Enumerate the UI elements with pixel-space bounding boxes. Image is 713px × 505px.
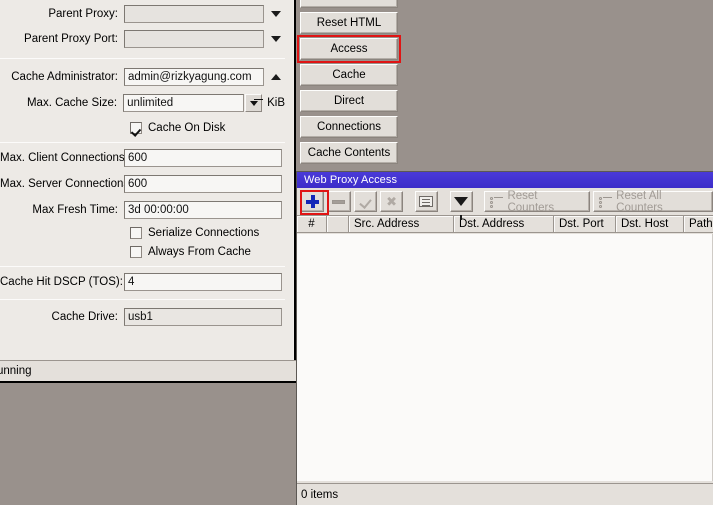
- field-row-max-server-connections: Max. Server Connections: 600: [0, 174, 285, 194]
- web-proxy-access-status-bar: 0 items: [297, 483, 713, 505]
- column-header-src-address[interactable]: Src. Address: [349, 216, 454, 233]
- minus-icon: [332, 199, 346, 204]
- chevron-down-icon-parent-proxy-port[interactable]: [268, 30, 284, 48]
- web-proxy-access-title-bar[interactable]: Web Proxy Access: [297, 172, 713, 188]
- label-serialize-connections: Serialize Connections: [148, 227, 260, 239]
- web-proxy-access-title-text: Web Proxy Access: [304, 174, 398, 186]
- cross-icon: ✖: [386, 194, 397, 209]
- label-max-client-connections: Max. Client Connections:: [0, 151, 128, 164]
- input-cache-administrator[interactable]: admin@rizkyagung.com: [124, 68, 264, 86]
- button-wrap-cache-contents: Cache Contents: [300, 142, 398, 164]
- comment-button[interactable]: [414, 191, 439, 212]
- label-parent-proxy: Parent Proxy:: [48, 7, 118, 20]
- cache-contents-button[interactable]: Cache Contents: [300, 142, 398, 164]
- button-wrap-cache: Cache: [300, 64, 398, 86]
- label-cache-drive: Cache Drive:: [51, 310, 118, 323]
- access-table-header: # Src. Address Dst. Address Dst. Port Ds…: [297, 215, 713, 233]
- label-cache-on-disk: Cache On Disk: [148, 122, 226, 134]
- label-parent-proxy-port: Parent Proxy Port:: [24, 32, 118, 45]
- divider-2: [0, 142, 285, 143]
- unit-max-cache-size: KiB: [267, 97, 286, 109]
- counters-list-icon: [490, 196, 504, 208]
- chevron-up-icon-cache-administrator[interactable]: [268, 68, 284, 86]
- button-wrap-access: Access: [297, 35, 401, 63]
- settings-status-bar: unning: [0, 360, 296, 382]
- plus-icon: [306, 195, 320, 208]
- checkbox-always-from-cache[interactable]: [130, 246, 142, 258]
- field-row-max-fresh-time: Max Fresh Time: 3d 00:00:00: [0, 200, 285, 220]
- screen: Parent Proxy: Parent Proxy Port: Cache A…: [0, 0, 713, 505]
- checkbox-row-serialize-connections[interactable]: Serialize Connections: [130, 224, 259, 242]
- web-proxy-access-toolbar: ✖ Reset Counters Reset All Counters: [297, 188, 713, 220]
- reset-counters-label: Reset Counters: [507, 189, 555, 214]
- reset-html-button[interactable]: Reset HTML: [300, 12, 398, 34]
- reset-counters-button[interactable]: Reset Counters: [484, 189, 591, 214]
- remove-button[interactable]: [327, 191, 351, 212]
- label-max-fresh-time: Max Fresh Time:: [32, 203, 118, 216]
- settings-button-column: Reset HTML Access Cache Direct Connectio…: [297, 0, 401, 168]
- label-cache-administrator: Cache Administrator:: [11, 70, 118, 83]
- column-header-flags[interactable]: [327, 216, 349, 233]
- web-proxy-access-window: Web Proxy Access ✖ Reset Counters Reset …: [296, 171, 713, 505]
- web-proxy-settings-window: Parent Proxy: Parent Proxy Port: Cache A…: [0, 0, 296, 383]
- input-max-fresh-time[interactable]: 3d 00:00:00: [124, 201, 282, 219]
- input-cache-hit-dscp[interactable]: 4: [124, 273, 282, 291]
- label-always-from-cache: Always From Cache: [148, 246, 251, 258]
- divider-3: [0, 266, 285, 267]
- label-max-server-connections: Max. Server Connections:: [0, 177, 133, 190]
- field-row-max-cache-size: Max. Cache Size: unlimited KiB: [0, 93, 285, 113]
- column-header-dst-host[interactable]: Dst. Host: [616, 216, 684, 233]
- direct-button[interactable]: Direct: [300, 90, 398, 112]
- connections-button[interactable]: Connections: [300, 116, 398, 138]
- column-header-dst-port[interactable]: Dst. Port: [554, 216, 616, 233]
- column-header-path[interactable]: Path: [684, 216, 713, 233]
- input-parent-proxy-port[interactable]: [124, 30, 264, 48]
- button-wrap-direct: Direct: [300, 90, 398, 112]
- filter-button[interactable]: [449, 191, 473, 220]
- input-max-cache-size[interactable]: unlimited: [123, 94, 245, 112]
- settings-status-text: unning: [0, 365, 32, 377]
- field-row-parent-proxy-port: Parent Proxy Port:: [0, 29, 285, 49]
- label-max-cache-size: Max. Cache Size:: [26, 96, 118, 109]
- funnel-icon: [454, 197, 469, 220]
- reset-all-counters-button[interactable]: Reset All Counters: [593, 189, 713, 214]
- all-counters-list-icon: [599, 196, 613, 208]
- field-row-cache-drive: Cache Drive: usb1: [0, 307, 285, 327]
- access-table-body[interactable]: [297, 234, 713, 481]
- check-icon: [359, 196, 372, 208]
- comment-icon: [419, 196, 434, 207]
- input-max-client-connections[interactable]: 600: [124, 149, 282, 167]
- button-wrap-reset-html: Reset HTML: [300, 12, 398, 34]
- input-max-server-connections[interactable]: 600: [124, 175, 282, 193]
- vertical-button-partial[interactable]: [300, 0, 398, 8]
- button-partial-above: [300, 0, 398, 8]
- disable-button[interactable]: ✖: [379, 191, 404, 212]
- checkbox-cache-on-disk[interactable]: [130, 122, 142, 134]
- input-parent-proxy[interactable]: [124, 5, 264, 23]
- field-row-parent-proxy: Parent Proxy:: [0, 4, 285, 24]
- cache-button[interactable]: Cache: [300, 64, 398, 86]
- add-button[interactable]: [301, 191, 325, 212]
- field-row-cache-hit-dscp: Cache Hit DSCP (TOS): 4: [0, 272, 285, 292]
- chevron-down-icon-parent-proxy[interactable]: [268, 5, 284, 23]
- divider-4: [0, 299, 285, 300]
- checkbox-row-always-from-cache[interactable]: Always From Cache: [130, 243, 251, 261]
- item-count-label: 0 items: [301, 488, 339, 501]
- field-row-max-client-connections: Max. Client Connections: 600: [0, 148, 285, 168]
- button-wrap-connections: Connections: [300, 116, 398, 138]
- settings-form: Parent Proxy: Parent Proxy Port: Cache A…: [0, 0, 294, 360]
- field-row-cache-administrator: Cache Administrator: admin@rizkyagung.co…: [0, 67, 285, 87]
- divider-1: [0, 58, 285, 59]
- enable-button[interactable]: [353, 191, 377, 212]
- input-cache-drive[interactable]: usb1: [124, 308, 282, 326]
- reset-all-counters-label: Reset All Counters: [616, 189, 663, 214]
- column-header-index[interactable]: #: [297, 216, 327, 233]
- spinner-max-cache-size[interactable]: [245, 94, 263, 112]
- checkbox-row-cache-on-disk[interactable]: Cache On Disk: [130, 119, 225, 137]
- label-cache-hit-dscp: Cache Hit DSCP (TOS):: [0, 275, 123, 288]
- checkbox-serialize-connections[interactable]: [130, 227, 142, 239]
- access-button[interactable]: Access: [300, 38, 398, 60]
- column-header-dst-address[interactable]: Dst. Address: [454, 216, 554, 233]
